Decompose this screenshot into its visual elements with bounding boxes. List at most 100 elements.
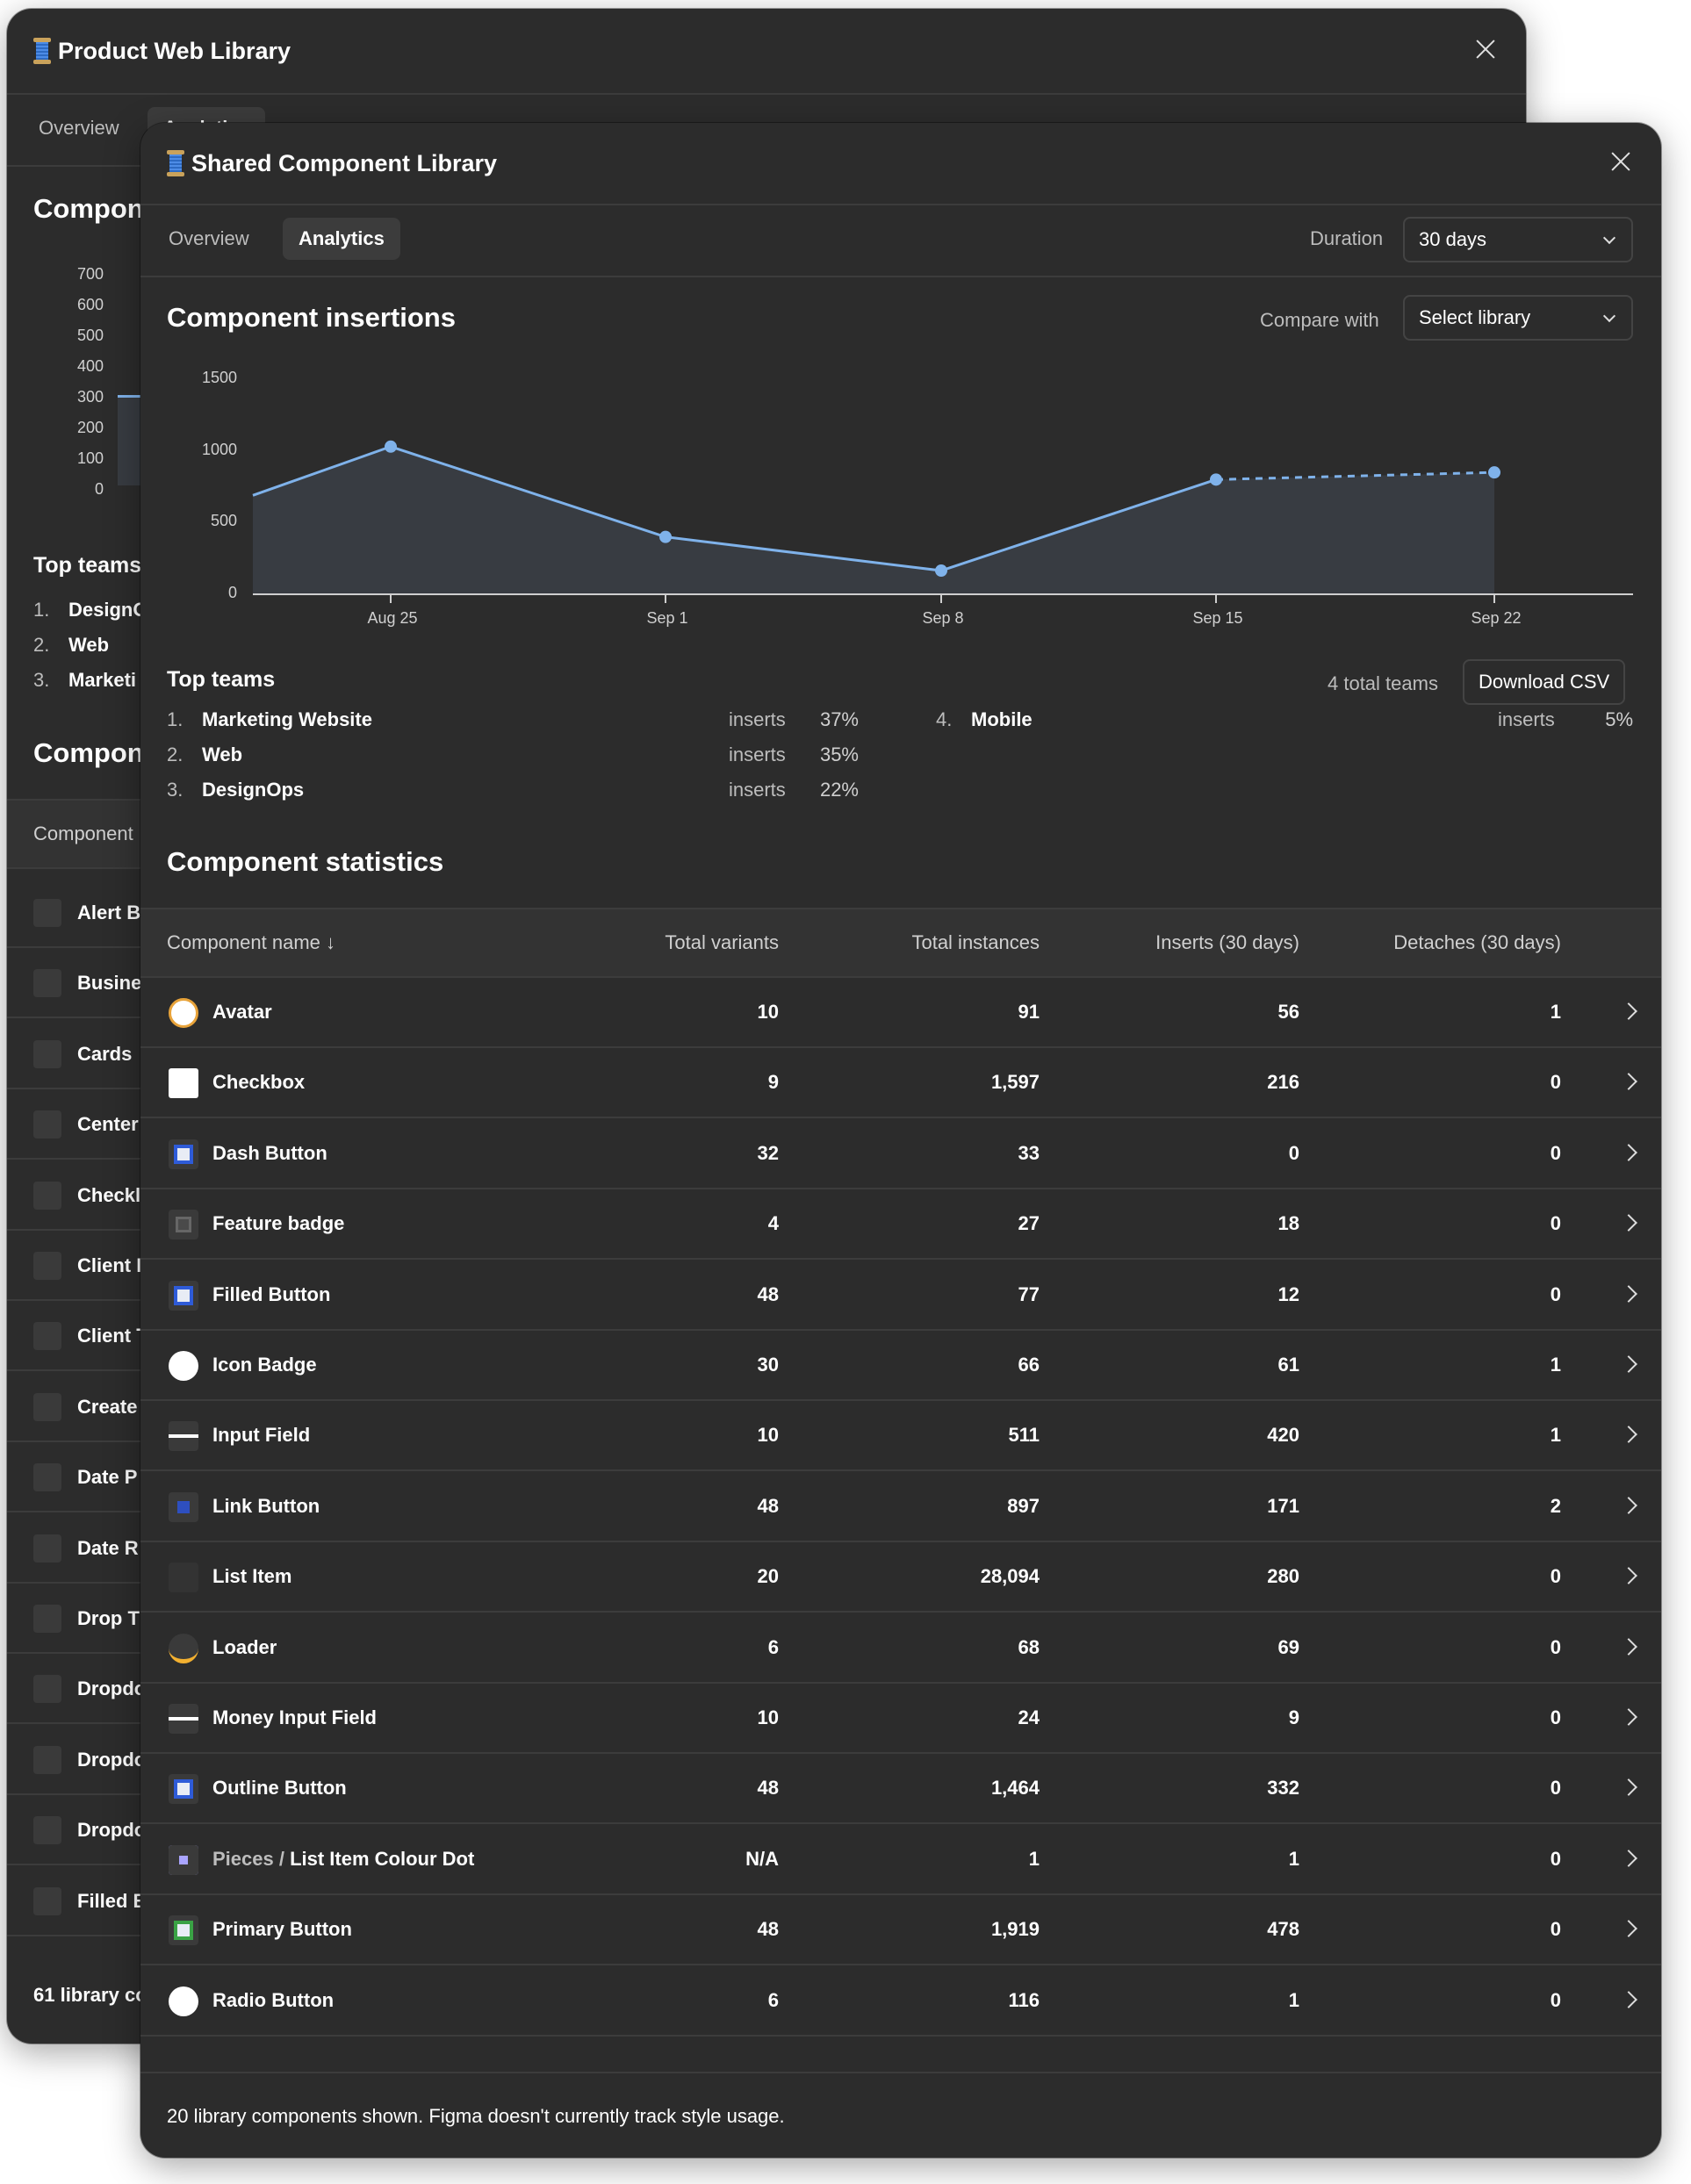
list-item[interactable]: Filled B: [7, 1866, 148, 1936]
team-name: Marketing Website: [202, 708, 372, 730]
data-point[interactable]: [1210, 473, 1222, 486]
list-item-label: Client T: [77, 1325, 148, 1347]
component-name-text: Feature badge: [212, 1212, 345, 1235]
component-name-text: Input Field: [212, 1424, 311, 1447]
chevron-right-icon[interactable]: [1620, 1567, 1637, 1585]
x-tick-label: Sep 22: [1471, 609, 1522, 627]
list-item[interactable]: Cards: [7, 1019, 148, 1089]
badge-icon: [169, 1210, 198, 1240]
button-icon: [169, 1915, 198, 1946]
back-titlebar: Product Web Library: [7, 9, 1526, 95]
col-component-name[interactable]: Component name ↓: [167, 909, 335, 976]
col-total-instances[interactable]: Total instances: [911, 909, 1040, 976]
list-item[interactable]: Dropdo: [7, 1795, 148, 1866]
list-item[interactable]: Client T: [7, 1301, 148, 1372]
chevron-right-icon[interactable]: [1620, 1426, 1637, 1444]
col-total-variants[interactable]: Total variants: [665, 909, 779, 976]
chevron-right-icon[interactable]: [1620, 1637, 1637, 1656]
back-section-title: Compon: [33, 193, 144, 224]
list-item[interactable]: Date R: [7, 1513, 148, 1584]
team-row: 2. Web: [33, 632, 156, 658]
chevron-right-icon[interactable]: [1620, 1143, 1637, 1161]
list-item[interactable]: Drop T: [7, 1584, 148, 1654]
cell-inserts: 1: [1288, 1847, 1299, 1870]
cell-instances: 33: [1018, 1141, 1040, 1164]
table-row[interactable]: Outline Button 48 1,464 332 0: [140, 1754, 1661, 1825]
component-name-text: Outline Button: [212, 1777, 347, 1800]
list-item[interactable]: Checkl: [7, 1160, 148, 1231]
table-row[interactable]: Link Button 48 897 171 2: [140, 1472, 1661, 1542]
chevron-right-icon[interactable]: [1620, 1214, 1637, 1232]
close-icon[interactable]: [1472, 35, 1500, 63]
list-item[interactable]: Dropdo: [7, 1654, 148, 1725]
table-row[interactable]: Radio Button 6 116 1 0: [140, 1966, 1661, 2037]
cell-variants: 30: [757, 1354, 779, 1376]
table-row[interactable]: Checkbox 9 1,597 216 0: [140, 1048, 1661, 1119]
team-rank: 3.: [167, 779, 183, 801]
chevron-right-icon[interactable]: [1620, 1920, 1637, 1938]
chevron-right-icon[interactable]: [1620, 1002, 1637, 1020]
cell-instances: 897: [1007, 1494, 1040, 1517]
input-icon: [169, 1421, 198, 1452]
chevron-right-icon[interactable]: [1620, 1990, 1637, 2008]
component-thumbnail-icon: [33, 1252, 61, 1280]
data-point[interactable]: [385, 440, 397, 453]
list-item[interactable]: Center: [7, 1089, 148, 1160]
list-item[interactable]: Alert B: [7, 878, 148, 948]
cell-instances: 66: [1018, 1354, 1040, 1376]
cell-inserts: 18: [1277, 1212, 1299, 1235]
col-inserts[interactable]: Inserts (30 days): [1155, 909, 1299, 976]
team-name: Marketi: [68, 669, 137, 691]
cell-variants: 48: [757, 1777, 779, 1800]
chevron-right-icon[interactable]: [1620, 1355, 1637, 1373]
button-icon: [169, 1139, 198, 1169]
list-item[interactable]: Date P: [7, 1442, 148, 1513]
table-row[interactable]: List Item 20 28,094 280 0: [140, 1542, 1661, 1613]
list-item[interactable]: Create: [7, 1372, 148, 1442]
download-csv-button[interactable]: Download CSV: [1463, 659, 1626, 705]
list-item-label: Center: [77, 1113, 139, 1136]
table-row[interactable]: Input Field 10 511 420 1: [140, 1401, 1661, 1472]
table-row[interactable]: Feature badge 4 27 18 0: [140, 1189, 1661, 1261]
table-row[interactable]: Primary Button 48 1,919 478 0: [140, 1895, 1661, 1966]
list-item-label: Alert B: [77, 902, 141, 923]
chevron-right-icon[interactable]: [1620, 1708, 1637, 1726]
table-row[interactable]: Loader 6 68 69 0: [140, 1613, 1661, 1684]
cell-instances: 511: [1008, 1424, 1040, 1447]
component-name: Input Field: [212, 1401, 310, 1469]
team-name: DesignOps: [202, 779, 305, 801]
chevron-right-icon[interactable]: [1620, 1778, 1637, 1797]
component-name: Checkbox: [212, 1048, 305, 1117]
table-row[interactable]: Icon Badge 30 66 61 1: [140, 1331, 1661, 1401]
table-row[interactable]: Avatar 10 91 56 1: [140, 978, 1661, 1048]
data-point[interactable]: [935, 564, 947, 578]
insertions-chart: [252, 440, 1633, 603]
chevron-right-icon[interactable]: [1620, 1496, 1637, 1514]
data-point[interactable]: [659, 530, 672, 543]
component-name: Icon Badge: [212, 1331, 317, 1399]
cell-variants: 6: [767, 1635, 779, 1658]
component-name-text: Avatar: [212, 1001, 272, 1023]
table-row[interactable]: Pieces / List Item Colour Dot N/A 1 1 0: [140, 1825, 1661, 1895]
component-name: Link Button: [212, 1472, 320, 1541]
chevron-right-icon[interactable]: [1620, 1849, 1637, 1867]
chevron-right-icon[interactable]: [1620, 1073, 1637, 1091]
table-row[interactable]: Dash Button 32 33 0 0: [140, 1119, 1661, 1189]
y-tick-label: 200: [76, 419, 104, 436]
component-name: Feature badge: [212, 1189, 344, 1258]
list-item[interactable]: Client I: [7, 1231, 148, 1301]
table-row[interactable]: Money Input Field 10 24 9 0: [140, 1684, 1661, 1754]
table-row[interactable]: Filled Button 48 77 12 0: [140, 1261, 1661, 1331]
chevron-right-icon[interactable]: [1620, 1284, 1637, 1303]
cell-detaches: 0: [1550, 1141, 1561, 1164]
cell-instances: 1,597: [990, 1071, 1040, 1094]
col-detaches[interactable]: Detaches (30 days): [1393, 909, 1561, 976]
cell-instances: 1,464: [990, 1777, 1040, 1800]
component-thumbnail-icon: [33, 1181, 61, 1210]
data-point[interactable]: [1488, 466, 1500, 479]
list-item[interactable]: Dropdo: [7, 1725, 148, 1795]
team-metric: inserts: [729, 708, 786, 730]
list-item[interactable]: Busine: [7, 948, 148, 1019]
component-thumbnail-icon: [33, 1605, 61, 1633]
tab-overview[interactable]: Overview: [23, 107, 135, 149]
